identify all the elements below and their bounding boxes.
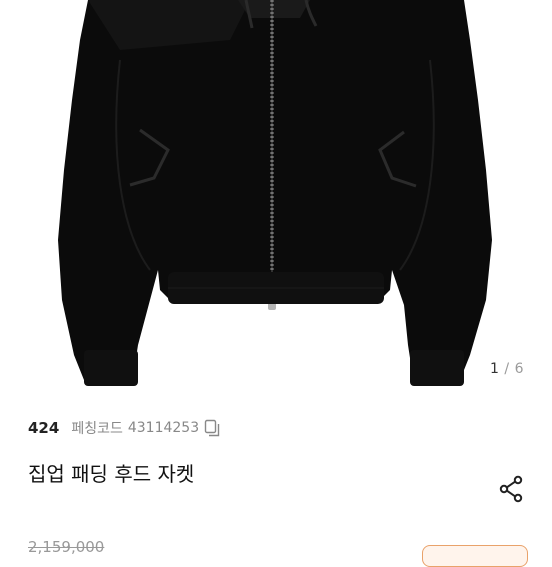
share-button[interactable] <box>496 474 526 504</box>
page-separator: / <box>504 361 510 377</box>
image-page-indicator: 1 / 6 <box>490 361 524 377</box>
original-price: 2,159,000 <box>28 538 105 556</box>
product-meta-row: 424 페칭코드 43114253 <box>28 418 524 438</box>
copy-icon[interactable] <box>204 419 220 437</box>
product-image-gallery[interactable]: 1 / 6 <box>0 0 552 392</box>
brand-name[interactable]: 424 <box>28 419 59 437</box>
share-icon <box>499 475 523 503</box>
total-pages: 6 <box>514 361 524 377</box>
product-code-label: 페칭코드 <box>71 421 123 437</box>
current-page: 1 <box>490 361 500 377</box>
product-image <box>58 0 492 386</box>
product-title: 집업 패딩 후드 자켓 <box>28 462 195 486</box>
action-button[interactable] <box>422 545 528 567</box>
product-code-value: 43114253 <box>127 420 200 436</box>
